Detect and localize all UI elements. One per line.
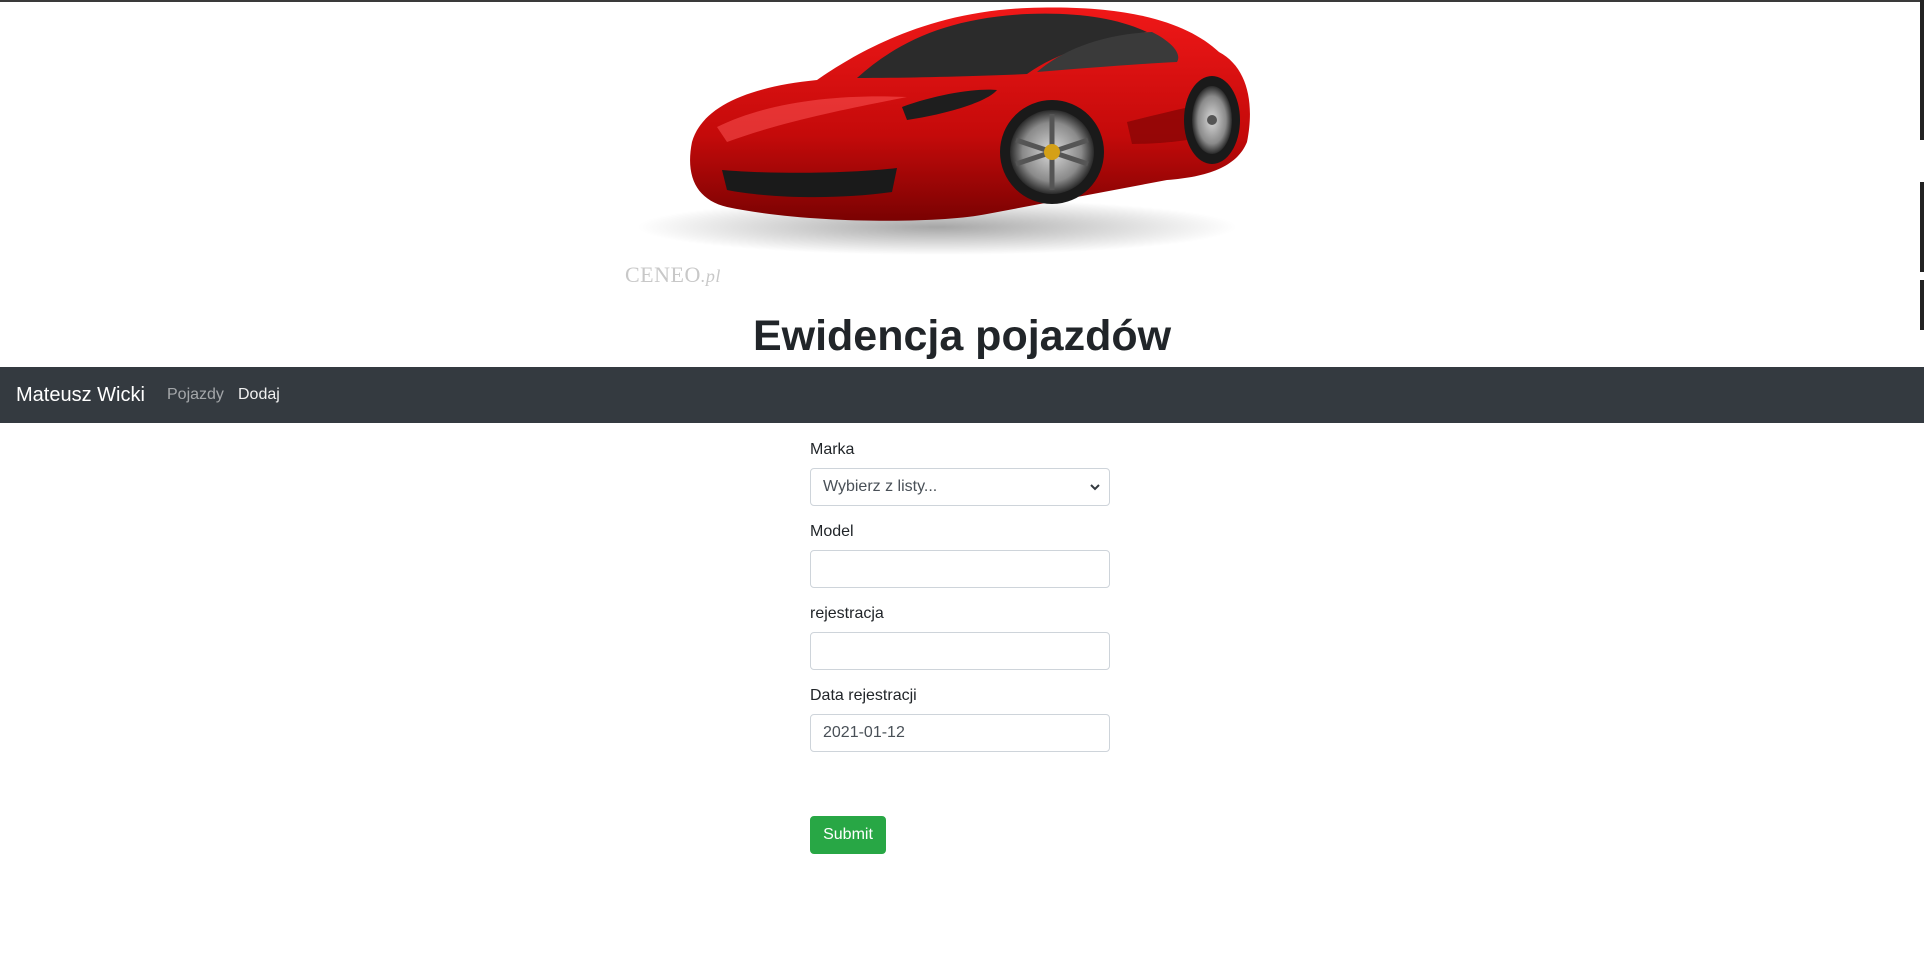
add-vehicle-form: Marka Wybierz z listy... Model rejestrac… xyxy=(810,440,1110,768)
marka-select[interactable]: Wybierz z listy... xyxy=(810,468,1110,506)
model-input[interactable] xyxy=(810,550,1110,588)
rejestracja-input[interactable] xyxy=(810,632,1110,670)
submit-button[interactable]: Submit xyxy=(810,816,886,854)
form-group-rejestracja: rejestracja xyxy=(810,604,1110,670)
rejestracja-label: rejestracja xyxy=(810,605,884,622)
marka-label: Marka xyxy=(810,441,855,458)
header-car-image: CENEO.pl xyxy=(607,2,1313,310)
chevron-down-icon xyxy=(1090,484,1100,491)
nav-link-dodaj[interactable]: Dodaj xyxy=(238,367,280,423)
navbar: Mateusz Wicki Pojazdy Dodaj xyxy=(0,367,1924,423)
marka-select-value: Wybierz z listy... xyxy=(823,478,938,495)
watermark: CENEO.pl xyxy=(625,262,721,287)
navbar-brand[interactable]: Mateusz Wicki xyxy=(16,367,145,423)
data-rejestracji-label: Data rejestracji xyxy=(810,687,917,704)
model-label: Model xyxy=(810,523,854,540)
nav-link-pojazdy[interactable]: Pojazdy xyxy=(167,367,224,423)
data-rejestracji-input[interactable]: 2021-01-12 xyxy=(810,714,1110,752)
window-right-edge xyxy=(1920,0,1924,975)
page-title: Ewidencja pojazdów xyxy=(752,312,1172,360)
form-group-model: Model xyxy=(810,522,1110,588)
form-group-marka: Marka Wybierz z listy... xyxy=(810,440,1110,506)
form-group-data-rejestracji: Data rejestracji 2021-01-12 xyxy=(810,686,1110,752)
